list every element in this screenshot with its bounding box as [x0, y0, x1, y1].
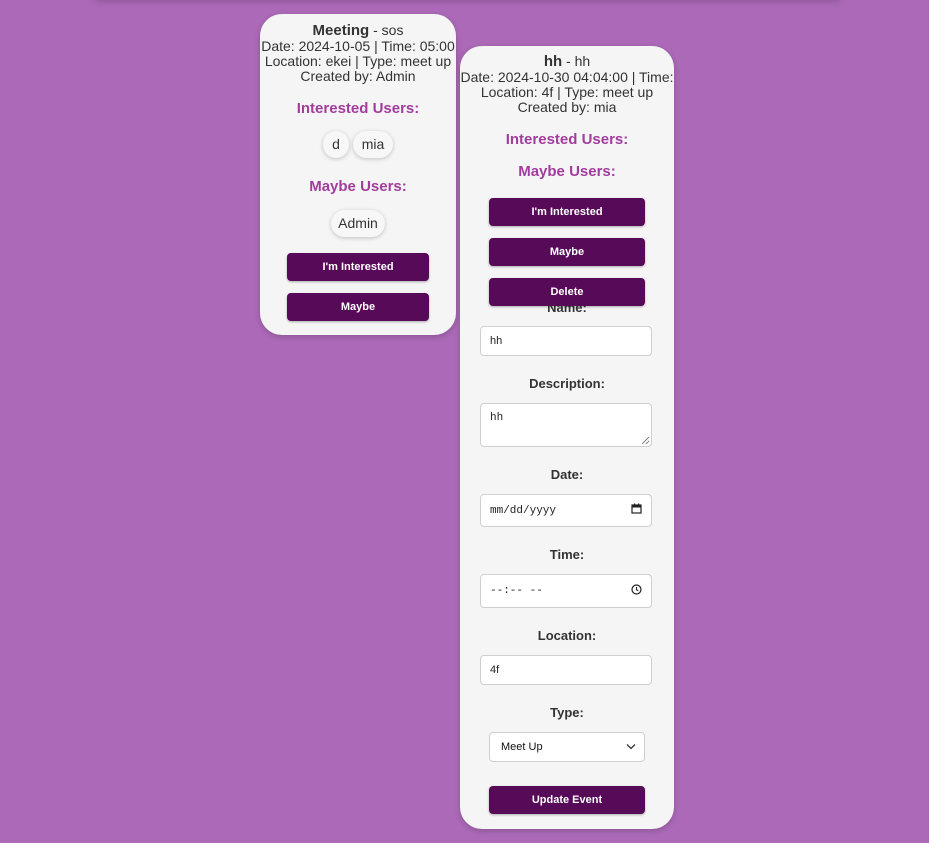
location-input[interactable]: 4f — [480, 655, 652, 685]
event-card-meeting: Meeting - sos Date: 2024-10-05 | Time: 0… — [260, 14, 456, 335]
type-select[interactable]: Meet Up — [489, 732, 645, 762]
event-created-by: Created by: Admin — [300, 68, 416, 84]
date-input[interactable]: mm/dd/yyyy — [480, 494, 652, 527]
description-textarea[interactable]: hh — [480, 403, 652, 447]
maybe-users-heading: Maybe Users: — [309, 178, 407, 195]
event-location-type: Location: ekei | Type: meet up — [264, 53, 452, 69]
event-location-type: Location: 4f | Type: meet up — [480, 84, 654, 100]
maybe-button[interactable]: Maybe — [287, 293, 429, 321]
location-label: Location: — [537, 628, 597, 643]
name-input-value: hh — [490, 335, 503, 347]
interested-button[interactable]: I'm Interested — [489, 198, 645, 226]
location-value: 4f — [490, 664, 500, 676]
calendar-icon[interactable] — [631, 503, 642, 518]
description-label: Description: — [529, 376, 605, 391]
time-input[interactable]: --:-- -- — [480, 574, 652, 608]
event-title: hh - hh — [460, 53, 674, 70]
maybe-users-heading: Maybe Users: — [518, 163, 616, 180]
interested-users-heading: Interested Users: — [505, 131, 629, 148]
time-label: Time: — [549, 547, 585, 562]
interested-user-chip: d — [323, 131, 349, 158]
interested-button[interactable]: I'm Interested — [287, 253, 429, 281]
type-selected-value: Meet Up — [501, 741, 543, 753]
chevron-down-icon — [626, 741, 636, 753]
event-card-hh: hh - hh Date: 2024-10-30 04:04:00 | Time… — [460, 46, 674, 829]
event-title-name: Meeting — [312, 22, 370, 39]
update-event-button[interactable]: Update Event — [489, 786, 645, 814]
event-date-time: Date: 2024-10-30 04:04:00 | Time: — [460, 69, 674, 85]
event-title: Meeting - sos — [260, 22, 456, 39]
maybe-user-chip: Admin — [331, 210, 385, 237]
interested-users-heading: Interested Users: — [296, 100, 420, 117]
delete-button[interactable]: Delete — [489, 278, 645, 306]
date-label: Date: — [550, 467, 584, 482]
event-created-by: Created by: mia — [517, 99, 617, 115]
event-subtitle: - sos — [369, 22, 404, 38]
clock-icon[interactable] — [631, 583, 642, 599]
event-subtitle: - hh — [562, 53, 591, 69]
description-value: hh — [490, 412, 504, 424]
time-placeholder: --:-- -- — [490, 585, 543, 597]
name-input[interactable]: hh — [480, 326, 652, 356]
resize-handle-icon[interactable] — [642, 437, 649, 444]
type-label: Type: — [550, 705, 584, 720]
date-placeholder: mm/dd/yyyy — [490, 504, 557, 517]
event-date-time: Date: 2024-10-05 | Time: 05:00 — [261, 38, 455, 54]
interested-user-chip: mia — [353, 131, 393, 158]
event-title-name: hh — [543, 53, 563, 70]
maybe-button[interactable]: Maybe — [489, 238, 645, 266]
